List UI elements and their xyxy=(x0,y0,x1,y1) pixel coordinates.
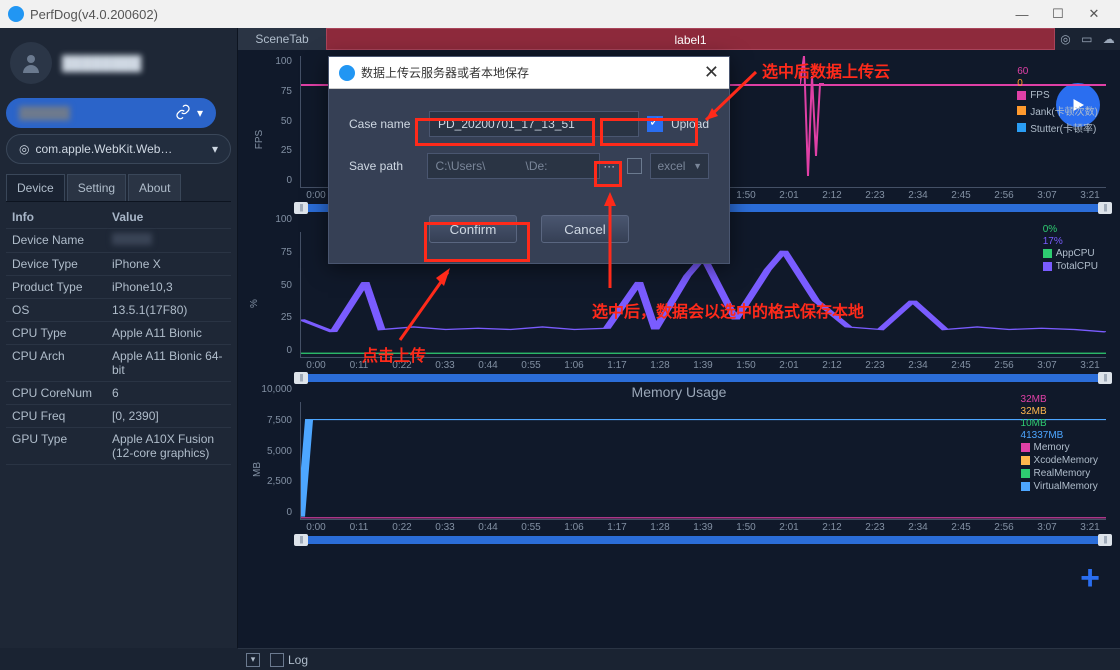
device-info-table: InfoValue Device Name Device TypeiPhone … xyxy=(6,206,231,465)
target-icon: ◎ xyxy=(19,142,29,156)
save-path-label: Save path xyxy=(349,159,427,173)
footer: ▾ Log xyxy=(238,648,1120,670)
info-label: CPU Arch xyxy=(12,349,112,377)
expand-toggle[interactable]: ▾ xyxy=(246,653,260,667)
link-icon xyxy=(175,104,191,123)
info-label: Device Name xyxy=(12,233,112,248)
chevron-down-icon: ▾ xyxy=(212,142,218,156)
info-value: Apple A11 Bionic 64-bit xyxy=(112,349,225,377)
log-checkbox[interactable]: Log xyxy=(270,653,308,667)
y-axis-mem: 10,000 7,500 5,000 2,500 0 xyxy=(254,384,292,518)
upload-checkbox[interactable] xyxy=(647,116,663,132)
titlebar: PerfDog(v4.0.200602) — ☐ ✕ xyxy=(0,0,1120,28)
tab-device[interactable]: Device xyxy=(6,174,65,201)
y-axis-cpu: 100 75 50 25 0 xyxy=(264,214,292,356)
info-value: [0, 2390] xyxy=(112,409,225,423)
tab-about[interactable]: About xyxy=(128,174,181,201)
process-name: com.apple.WebKit.Web… xyxy=(35,142,172,156)
window-close-button[interactable]: ✕ xyxy=(1076,6,1112,22)
upload-label: Upload xyxy=(671,117,709,131)
info-value: Apple A11 Bionic xyxy=(112,326,225,340)
upload-dialog: 数据上传云服务器或者本地保存 ✕ Case name Upload Save p… xyxy=(328,56,730,264)
info-value: Apple A10X Fusion (12-core graphics) xyxy=(112,432,225,460)
scene-label[interactable]: label1 xyxy=(326,28,1055,50)
tab-setting[interactable]: Setting xyxy=(67,174,126,201)
dialog-header: 数据上传云服务器或者本地保存 ✕ xyxy=(329,57,729,89)
chevron-down-icon: ▼ xyxy=(693,161,702,171)
device-selector[interactable]: ██████ ▾ xyxy=(6,98,216,128)
dialog-close-button[interactable]: ✕ xyxy=(704,62,719,83)
info-label: Product Type xyxy=(12,280,112,294)
device-name-hidden: ██████ xyxy=(19,106,70,120)
plot-mem[interactable] xyxy=(300,402,1106,520)
chart-mem: Memory Usage MB 10,000 7,500 5,000 2,500… xyxy=(252,384,1106,544)
add-chart-button[interactable]: + xyxy=(1080,559,1100,598)
app-logo-icon xyxy=(8,6,24,22)
username-text: ████████ xyxy=(62,55,141,71)
minimize-button[interactable]: — xyxy=(1004,7,1040,22)
scene-tab[interactable]: SceneTab xyxy=(238,28,326,50)
avatar[interactable] xyxy=(10,42,52,84)
location-icon[interactable]: ◎ xyxy=(1060,32,1070,46)
timeline-mem[interactable] xyxy=(300,536,1106,544)
window-title: PerfDog(v4.0.200602) xyxy=(30,7,158,22)
x-axis-cpu: 0:000:110:220:330:440:551:061:171:281:39… xyxy=(300,360,1106,371)
save-path-input[interactable] xyxy=(427,153,600,179)
info-label: Device Type xyxy=(12,257,112,271)
timeline-cpu[interactable] xyxy=(300,374,1106,382)
info-label: GPU Type xyxy=(12,432,112,460)
browse-button[interactable]: ··· xyxy=(600,159,619,173)
sidebar: ████████ ██████ ▾ ◎ com.apple.WebKit.Web… xyxy=(0,28,238,648)
maximize-button[interactable]: ☐ xyxy=(1040,6,1076,22)
cloud-icon[interactable]: ☁ xyxy=(1103,32,1115,46)
y-axis-fps: 100 75 50 25 0 xyxy=(264,56,292,186)
legend-fps: 60 0 FPS Jank(卡顿次数) Stutter(卡顿率) xyxy=(1017,66,1098,137)
confirm-button[interactable]: Confirm xyxy=(429,215,517,243)
format-select[interactable]: excel▼ xyxy=(650,153,709,179)
chart-title-mem: Memory Usage xyxy=(252,384,1106,400)
info-label: CPU Freq xyxy=(12,409,112,423)
info-value: 6 xyxy=(112,386,225,400)
sidebar-tabs: Device Setting About xyxy=(6,174,231,202)
cancel-button[interactable]: Cancel xyxy=(541,215,629,243)
process-selector[interactable]: ◎ com.apple.WebKit.Web… ▾ xyxy=(6,134,231,164)
dialog-logo-icon xyxy=(339,65,355,81)
save-local-checkbox[interactable] xyxy=(627,158,643,174)
info-value: iPhone X xyxy=(112,257,225,271)
info-header: Info xyxy=(12,210,112,224)
info-label: OS xyxy=(12,303,112,317)
chevron-down-icon: ▾ xyxy=(197,106,203,120)
content-topbar: SceneTab label1 ◎ ▭ ☁ xyxy=(238,28,1120,50)
info-label: CPU Type xyxy=(12,326,112,340)
y-unit-cpu: % xyxy=(249,299,260,308)
x-axis-mem: 0:000:110:220:330:440:551:061:171:281:39… xyxy=(300,522,1106,533)
value-header: Value xyxy=(112,210,225,224)
dialog-title: 数据上传云服务器或者本地保存 xyxy=(361,64,529,81)
legend-mem: 32MB 32MB 10MB 41337MB Memory XcodeMemor… xyxy=(1021,394,1098,494)
info-value: 13.5.1(17F80) xyxy=(112,303,225,317)
info-value: iPhone10,3 xyxy=(112,280,225,294)
case-name-label: Case name xyxy=(349,117,429,131)
legend-cpu: 0% 17% AppCPU TotalCPU xyxy=(1043,224,1098,274)
case-name-input[interactable] xyxy=(429,111,639,137)
folder-icon[interactable]: ▭ xyxy=(1081,32,1092,46)
info-label: CPU CoreNum xyxy=(12,386,112,400)
info-value xyxy=(112,233,225,248)
